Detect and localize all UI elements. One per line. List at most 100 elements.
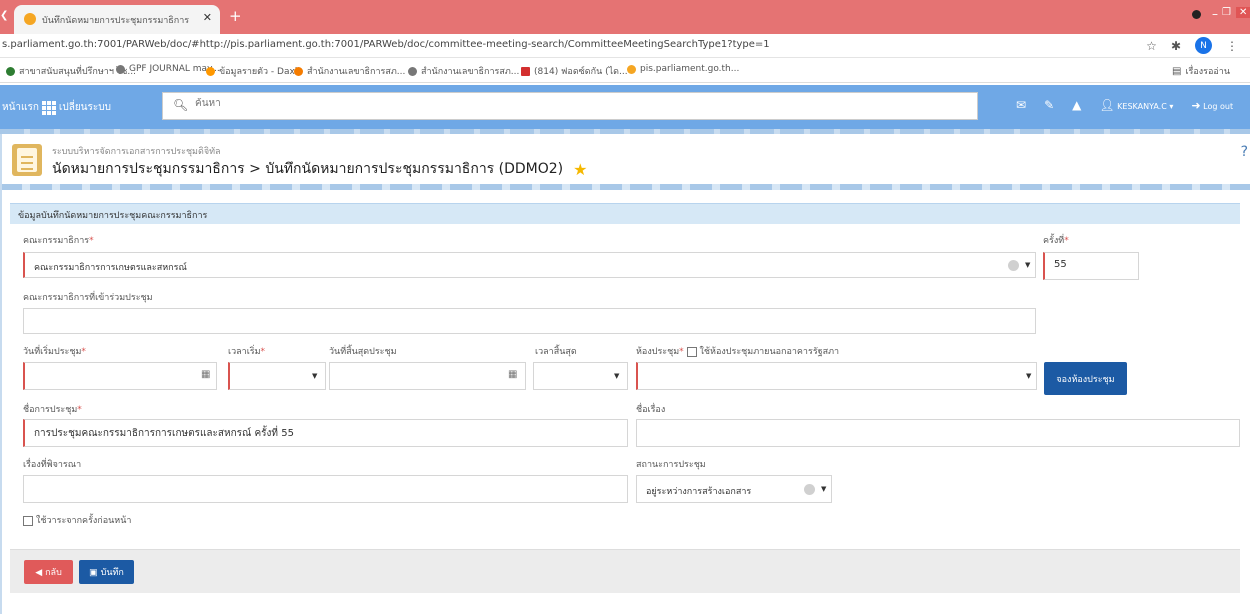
- page-header: ระบบบริหารจัดการเอกสารการประชุมดิจิทัล น…: [0, 134, 1250, 184]
- document-icon: [12, 144, 42, 176]
- nav-home[interactable]: หน้าแรก เปลี่ยนระบบ: [2, 100, 111, 115]
- bookmark-label: ข้อมูลรายตัว - Daxin: [219, 67, 304, 77]
- start-time-label: เวลาเริ่ม*: [228, 347, 266, 357]
- tab-favicon-icon: [24, 13, 36, 25]
- topic-input[interactable]: [636, 419, 1240, 447]
- minimize-icon[interactable]: –: [1212, 7, 1218, 21]
- book-room-button[interactable]: จองห้องประชุม: [1044, 362, 1127, 395]
- page-title: นัดหมายการประชุมกรรมาธิการ > บันทึกนัดหม…: [52, 161, 564, 177]
- status-value: อยู่ระหว่างการสร้างเอกสาร: [646, 487, 752, 497]
- outside-room-label: ใช้ห้องประชุมภายนอกอาคารรัฐสภา: [699, 347, 840, 357]
- panel-title: ข้อมูลบันทึกนัดหมายการประชุมคณะกรรมาธิกา…: [18, 211, 208, 221]
- save-icon: ▣: [89, 566, 98, 577]
- start-date-input[interactable]: ▦: [23, 362, 217, 390]
- start-time-select[interactable]: ▼: [228, 362, 326, 390]
- bookmark-item[interactable]: GPF JOURNAL may...: [116, 64, 220, 74]
- logout-label: Log out: [1203, 101, 1234, 111]
- browser-menu-icon[interactable]: ⋮: [1226, 39, 1238, 53]
- logout-link[interactable]: ➜ Log out: [1191, 99, 1233, 112]
- chevron-down-icon[interactable]: ▼: [821, 485, 826, 493]
- outside-room-checkbox[interactable]: [686, 346, 697, 357]
- page-title-row: นัดหมายการประชุมกรรมาธิการ > บันทึกนัดหม…: [52, 158, 588, 180]
- room-select[interactable]: ▼: [636, 362, 1037, 390]
- extensions-icon[interactable]: ✱: [1171, 39, 1181, 53]
- chevron-down-icon[interactable]: ▼: [1026, 372, 1031, 380]
- committee-value: คณะกรรมาธิการการเกษตรและสหกรณ์: [34, 263, 187, 273]
- end-time-select[interactable]: ▼: [533, 362, 628, 390]
- bookmark-favicon-icon: [627, 64, 636, 74]
- window-close-icon[interactable]: ✕: [1236, 7, 1250, 18]
- end-date-input[interactable]: ▦: [329, 362, 526, 390]
- switch-system-link[interactable]: เปลี่ยนระบบ: [59, 100, 111, 115]
- mail-icon[interactable]: ✉: [1016, 98, 1026, 112]
- reading-list-icon: ▤: [1172, 65, 1182, 77]
- room-label: ห้องประชุม* ใช้ห้องประชุมภายนอกอาคารรัฐส…: [636, 346, 840, 357]
- bookmark-item[interactable]: สำนักงานเลขาธิการสภ...: [408, 64, 519, 78]
- form-footer: ◀ กลับ ▣ บันทึก: [10, 549, 1240, 593]
- session-input[interactable]: 55: [1043, 252, 1139, 280]
- search-input[interactable]: [195, 98, 895, 109]
- committee-label: คณะกรรมาธิการ*: [23, 236, 94, 246]
- topic-label: ชื่อเรื่อง: [636, 405, 666, 415]
- back-icon: ◀: [35, 566, 43, 577]
- bookmark-favicon-icon: [408, 66, 417, 76]
- chevron-down-icon[interactable]: ▼: [1025, 261, 1030, 269]
- save-button[interactable]: ▣ บันทึก: [79, 560, 134, 584]
- bookmark-label: pis.parliament.go.th...: [640, 64, 740, 74]
- bookmark-item[interactable]: ข้อมูลรายตัว - Daxin: [206, 64, 303, 78]
- clear-icon[interactable]: [1008, 260, 1019, 271]
- status-select[interactable]: อยู่ระหว่างการสร้างเอกสาร ▼: [636, 475, 832, 503]
- logout-icon: ➜: [1191, 98, 1201, 112]
- agenda-label: เรื่องที่พิจารณา: [23, 460, 82, 470]
- end-time-label: เวลาสิ้นสุด: [535, 347, 577, 357]
- bookmark-item[interactable]: สำนักงานเลขาธิการสภ...: [294, 64, 405, 78]
- url-field[interactable]: s.parliament.go.th:7001/PARWeb/doc/#http…: [2, 39, 770, 50]
- bookmark-favicon-icon: [6, 66, 15, 76]
- edit-note-icon[interactable]: ✎: [1044, 98, 1054, 112]
- committee-select[interactable]: คณะกรรมาธิการการเกษตรและสหกรณ์ ▼: [23, 252, 1036, 278]
- reading-list-label: เรื่องรออ่าน: [1185, 67, 1231, 77]
- left-border: [0, 134, 2, 614]
- user-name: KESKANYA.C: [1117, 102, 1167, 111]
- tab-close-icon[interactable]: ✕: [203, 11, 212, 24]
- reading-list[interactable]: ▤ เรื่องรออ่าน: [1172, 64, 1230, 78]
- joint-committee-input[interactable]: [23, 308, 1036, 334]
- chevron-down-icon[interactable]: ▼: [312, 372, 317, 380]
- profile-avatar[interactable]: N: [1195, 37, 1212, 54]
- bookmark-favicon-icon: [521, 66, 530, 76]
- joint-committee-label: คณะกรรมาธิการที่เข้าร่วมประชุม: [23, 293, 153, 303]
- bookmark-label: สำนักงานเลขาธิการสภ...: [421, 67, 520, 77]
- calendar-icon[interactable]: ▦: [508, 369, 517, 380]
- apps-grid-icon: [41, 100, 56, 115]
- alert-icon[interactable]: ▲: [1072, 98, 1081, 112]
- bookmark-item[interactable]: (814) ฟอดซ์ดกัน (ได...: [521, 64, 628, 78]
- panel-header: ข้อมูลบันทึกนัดหมายการประชุมคณะกรรมาธิกา…: [10, 203, 1240, 224]
- use-previous-agenda-checkbox[interactable]: [23, 515, 33, 526]
- agenda-input[interactable]: [23, 475, 628, 503]
- bookmarks-bar: สาขาสนับสนุนที่ปรึกษาฯ ไซ... GPF JOURNAL…: [0, 58, 1250, 83]
- decorative-stripe: [0, 184, 1250, 190]
- bookmark-label: (814) ฟอดซ์ดกัน (ได...: [534, 67, 628, 77]
- calendar-icon[interactable]: ▦: [201, 369, 210, 380]
- user-menu[interactable]: 👤︎ KESKANYA.C ▾: [1099, 98, 1173, 112]
- tab-scroll-left-icon[interactable]: ❮: [0, 10, 8, 21]
- use-previous-agenda[interactable]: ใช้วาระจากครั้งก่อนหน้า: [23, 513, 131, 527]
- chevron-down-icon[interactable]: ▼: [614, 372, 619, 380]
- back-button[interactable]: ◀ กลับ: [24, 560, 73, 584]
- search-box[interactable]: 🔍︎: [162, 92, 978, 120]
- session-value: 55: [1054, 259, 1067, 270]
- browser-tab[interactable]: บันทึกนัดหมายการประชุมกรรมาธิการ ✕: [14, 5, 220, 34]
- user-icon: 👤︎: [1099, 98, 1115, 112]
- profile-dot-icon[interactable]: [1192, 10, 1201, 19]
- new-tab-icon[interactable]: +: [229, 7, 242, 25]
- session-label: ครั้งที่*: [1043, 236, 1069, 246]
- maximize-icon[interactable]: ❐: [1222, 7, 1231, 18]
- bookmark-item[interactable]: pis.parliament.go.th...: [627, 64, 739, 74]
- bookmark-favicon-icon: [294, 66, 303, 76]
- search-icon: 🔍︎: [173, 98, 189, 112]
- meeting-name-input[interactable]: การประชุมคณะกรรมาธิการการเกษตรและสหกรณ์ …: [23, 419, 628, 447]
- clear-icon[interactable]: [804, 484, 815, 495]
- help-icon[interactable]: ?: [1241, 144, 1248, 160]
- favorite-star-icon[interactable]: ★: [573, 160, 587, 179]
- bookmark-star-icon[interactable]: ☆: [1146, 39, 1157, 53]
